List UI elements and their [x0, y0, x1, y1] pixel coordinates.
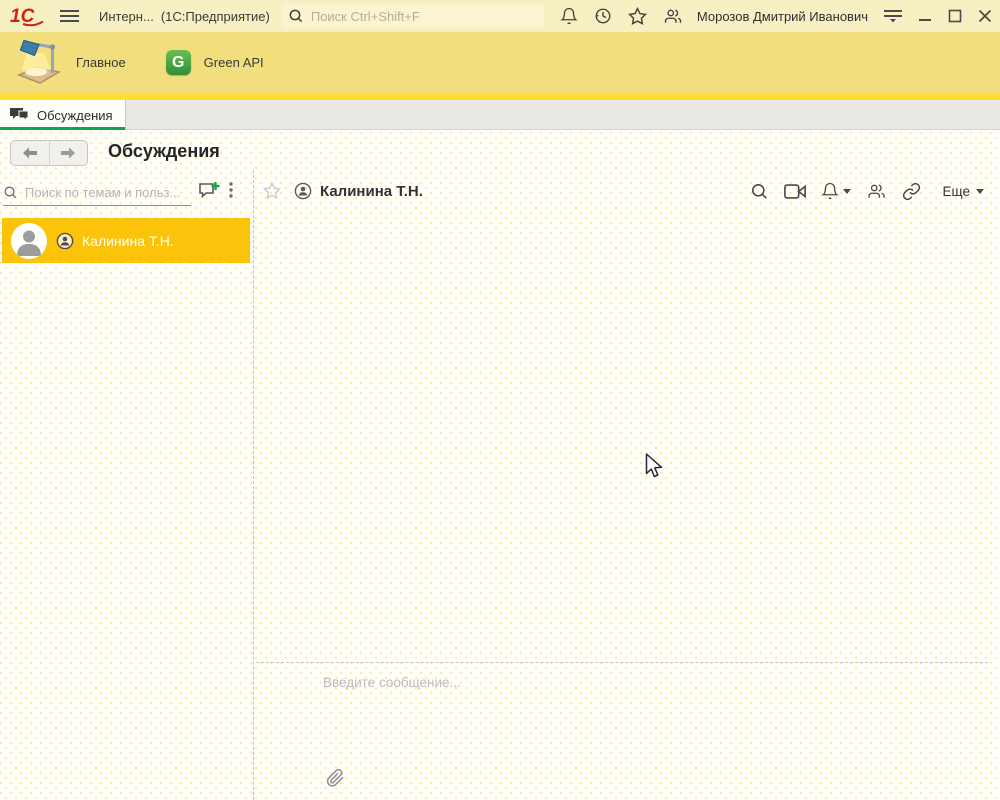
chat-title: Калинина Т.Н.	[320, 183, 423, 200]
collapse-panels-icon[interactable]	[884, 9, 902, 23]
maximize-button[interactable]	[948, 9, 962, 23]
chat-search-icon[interactable]	[750, 182, 769, 201]
green-api-icon[interactable]: G	[166, 50, 191, 75]
global-search-box[interactable]	[282, 4, 544, 28]
page-title: Обсуждения	[108, 141, 220, 162]
minimize-button[interactable]	[918, 9, 932, 23]
chat-bubbles-icon	[9, 107, 29, 124]
chat-notifications-group[interactable]	[821, 182, 851, 200]
chevron-down-icon	[843, 189, 851, 194]
users-icon[interactable]	[663, 7, 683, 25]
user-badge-icon	[294, 182, 312, 200]
new-discussion-button[interactable]	[198, 181, 220, 201]
add-users-icon[interactable]	[866, 182, 887, 200]
1c-logo-icon: 1С	[10, 4, 44, 28]
more-button[interactable]: Еще	[943, 184, 984, 199]
search-icon	[3, 185, 18, 200]
tab-strip: Обсуждения	[0, 100, 1000, 130]
user-badge-icon	[56, 232, 74, 250]
forward-button[interactable]	[50, 141, 88, 165]
chat-bell-icon	[821, 182, 839, 200]
section-glavnoe[interactable]: Главное	[76, 55, 126, 70]
close-button[interactable]	[978, 9, 992, 23]
avatar	[11, 223, 47, 259]
mouse-cursor	[645, 453, 665, 481]
window-titlebar: 1С Интерн... (1С:Предприятие)	[0, 0, 1000, 32]
composer-separator	[256, 662, 988, 663]
discussion-list-item[interactable]: Калинина Т.Н.	[2, 218, 250, 263]
more-button-label: Еще	[943, 184, 970, 199]
window-app-name: (1С:Предприятие)	[161, 9, 270, 24]
discussions-search-box[interactable]	[3, 180, 191, 206]
home-desk-lamp-icon[interactable]	[13, 37, 63, 89]
discussions-search-input[interactable]	[23, 182, 191, 204]
tab-discussions-label: Обсуждения	[37, 108, 113, 123]
svg-text:1С: 1С	[10, 6, 35, 27]
discussion-item-name: Калинина Т.Н.	[82, 233, 174, 249]
tab-discussions[interactable]: Обсуждения	[0, 100, 126, 130]
notifications-bell-icon[interactable]	[560, 7, 578, 25]
panel-separator	[253, 170, 254, 800]
navigation-buttons	[10, 140, 88, 166]
favorites-star-icon[interactable]	[628, 7, 647, 26]
current-user-name[interactable]: Морозов Дмитрий Иванович	[697, 9, 868, 24]
content-area: Обсуждения	[0, 131, 1000, 800]
attach-file-icon[interactable]	[326, 768, 345, 788]
window-title: Интерн...	[99, 9, 154, 24]
chat-header: Калинина Т.Н.	[256, 175, 994, 207]
main-menu-icon[interactable]	[60, 9, 79, 23]
sections-toolbar: Главное G Green API	[0, 32, 1000, 93]
global-search-input[interactable]	[309, 5, 544, 27]
section-green-api[interactable]: Green API	[204, 55, 264, 70]
list-menu-button[interactable]	[229, 182, 233, 198]
favorite-star-icon[interactable]	[263, 182, 281, 200]
video-call-icon[interactable]	[784, 183, 806, 200]
active-tab-indicator	[0, 127, 125, 130]
history-icon[interactable]	[594, 7, 612, 25]
search-icon	[282, 8, 304, 24]
chevron-down-icon	[976, 189, 984, 194]
message-input[interactable]: Введите сообщение...	[323, 675, 461, 690]
back-button[interactable]	[11, 141, 50, 165]
link-icon[interactable]	[902, 182, 921, 201]
toolbar-accent-band	[0, 93, 1000, 100]
